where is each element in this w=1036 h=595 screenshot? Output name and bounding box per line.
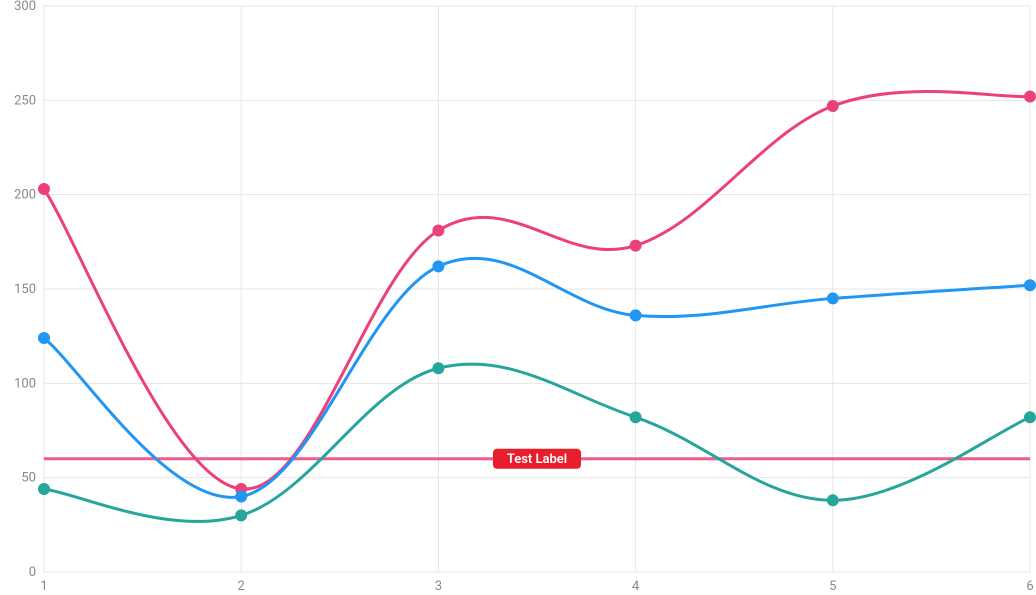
grid [44, 6, 1030, 572]
data-point [828, 101, 838, 111]
annotation-label: Test Label [493, 449, 581, 469]
y-tick-label: 300 [14, 0, 36, 14]
y-tick-label: 100 [14, 376, 36, 391]
data-point [236, 492, 246, 502]
y-tick-label: 50 [21, 471, 36, 486]
y-tick-label: 200 [14, 188, 36, 203]
data-point [828, 293, 838, 303]
line-chart: 0 50 100 150 200 250 300 1 2 3 4 5 6 Test Label [0, 0, 1036, 595]
data-point [828, 495, 838, 505]
x-tick-label: 5 [829, 579, 836, 594]
series-teal [39, 363, 1035, 521]
axis-ticks: 0 50 100 150 200 250 300 1 2 3 4 5 6 [14, 0, 1034, 594]
data-point [631, 241, 641, 251]
data-point [39, 184, 49, 194]
data-point [39, 333, 49, 343]
data-point [1025, 92, 1035, 102]
data-point [236, 510, 246, 520]
y-tick-label: 150 [14, 282, 36, 297]
y-tick-label: 0 [29, 565, 36, 580]
x-tick-label: 4 [632, 579, 640, 594]
svg-text:Test Label: Test Label [507, 452, 567, 467]
data-point [631, 412, 641, 422]
chart-container: 0 50 100 150 200 250 300 1 2 3 4 5 6 Test Label [0, 0, 1036, 595]
data-point [433, 363, 443, 373]
x-tick-label: 1 [40, 579, 47, 594]
y-tick-label: 250 [14, 93, 36, 108]
data-point [433, 226, 443, 236]
series-pink [39, 92, 1035, 494]
data-point [1025, 412, 1035, 422]
data-point [631, 310, 641, 320]
data-point [1025, 280, 1035, 290]
data-point [433, 261, 443, 271]
data-point [39, 484, 49, 494]
x-tick-label: 2 [238, 579, 245, 594]
x-tick-label: 3 [435, 579, 442, 594]
x-tick-label: 6 [1026, 579, 1033, 594]
